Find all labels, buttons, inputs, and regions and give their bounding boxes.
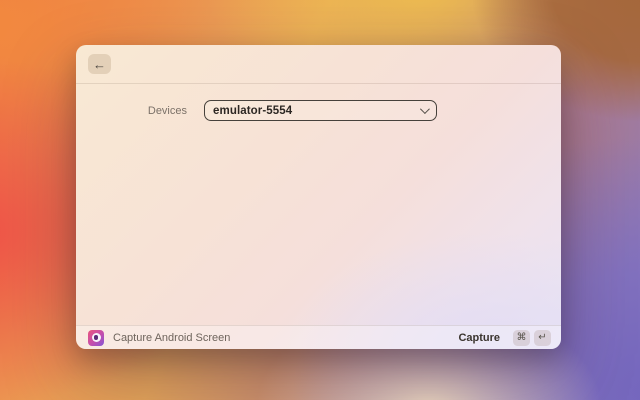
window-footer: Capture Android Screen Capture ⌘ ↵ [76,325,561,349]
device-dropdown-value: emulator-5554 [213,104,293,117]
window-content: Devices emulator-5554 [76,84,561,325]
chevron-down-icon [419,104,430,115]
back-arrow-icon: ← [93,56,106,72]
camera-lens-icon [91,333,101,342]
device-dropdown[interactable]: emulator-5554 [204,100,437,121]
return-key-icon: ↵ [534,329,551,346]
desktop-background: ← Devices emulator-5554 Capture Android … [0,0,640,400]
camera-lens-dot [93,335,99,340]
raycast-window: ← Devices emulator-5554 Capture Android … [76,45,561,349]
devices-form-row: Devices emulator-5554 [76,100,561,121]
capture-button-label: Capture [458,331,500,344]
capture-android-screen-icon [88,329,104,346]
devices-label: Devices [147,104,187,117]
command-key-icon: ⌘ [513,329,530,346]
app-name: Capture Android Screen [113,331,231,344]
window-header: ← [76,45,561,84]
capture-button[interactable]: Capture ⌘ ↵ [458,329,551,346]
back-button[interactable]: ← [88,54,111,74]
